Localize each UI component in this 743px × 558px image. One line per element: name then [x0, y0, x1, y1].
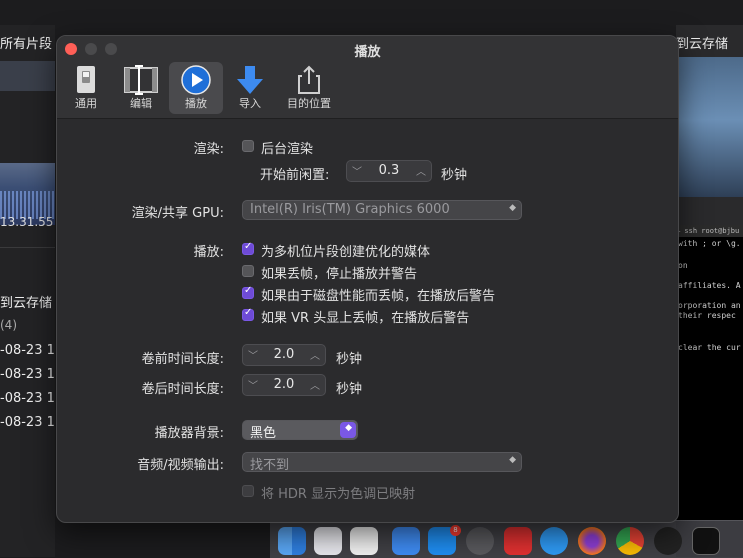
wps-office-icon[interactable] [504, 527, 532, 555]
disk-drop-warn-checkbox[interactable] [242, 285, 254, 299]
gpu-label: 渲染/共享 GPU: [131, 206, 224, 221]
chrome-icon[interactable] [616, 527, 644, 555]
qq-icon[interactable] [654, 527, 682, 555]
finder-icon[interactable] [278, 527, 306, 555]
render-label: 渲染: [193, 142, 224, 157]
terminal-line: clear the cur [678, 343, 741, 352]
tab-playback[interactable]: 播放 [169, 62, 223, 114]
tab-label: 播放 [185, 97, 207, 110]
safari-icon[interactable] [540, 527, 568, 555]
film-edit-icon [124, 65, 158, 95]
preview-image [676, 57, 743, 197]
launchpad-icon[interactable] [314, 527, 342, 555]
mail-icon[interactable] [392, 527, 420, 555]
import-arrow-icon [237, 66, 263, 94]
av-output-popup[interactable]: 找不到 ◆ [242, 452, 522, 473]
play-icon [181, 65, 211, 95]
list-item[interactable]: -08-23 1 [0, 343, 55, 358]
vr-drop-warn-checkbox[interactable] [242, 307, 254, 321]
postroll-unit: 秒钟 [336, 382, 363, 397]
tab-label: 目的位置 [287, 97, 331, 110]
reminders-icon[interactable] [350, 527, 378, 555]
share-icon [298, 65, 320, 94]
activity-monitor-icon[interactable] [692, 527, 720, 555]
background-render-checkbox[interactable] [242, 140, 254, 152]
terminal-window[interactable]: — ssh root@bjbu with ; or \g. on affilia… [676, 225, 743, 557]
stop-on-drop-label: 如果丢帧，停止播放并警告 [261, 267, 418, 282]
vr-drop-warn-label: 如果 VR 头显上丢帧，在播放后警告 [261, 311, 470, 326]
tab-label: 导入 [239, 97, 261, 110]
chevron-up-icon[interactable]: ︿ [307, 347, 323, 362]
gpu-popup[interactable]: Intel(R) Iris(TM) Graphics 6000 ◆ [242, 200, 522, 220]
library-title: 所有片段 [0, 37, 53, 52]
preroll-label: 卷前时间长度: [141, 352, 224, 367]
chevron-up-icon[interactable]: ︿ [307, 377, 323, 392]
chevron-up-icon[interactable]: ︿ [413, 163, 429, 178]
playback-label: 播放: [193, 245, 224, 260]
background-render-label: 后台渲染 [261, 142, 314, 157]
right-pane-title: 到云存储 [676, 37, 729, 52]
terminal-header: — ssh root@bjbu [676, 225, 743, 237]
tab-destinations[interactable]: 目的位置 [279, 62, 339, 114]
background-library-pane: 所有片段 13.31.55 到云存储 (4) -08-23 1 -08-23 1… [0, 25, 55, 557]
gpu-value: Intel(R) Iris(TM) Graphics 6000 [250, 202, 450, 217]
popup-button: ◆ [340, 422, 356, 438]
clip-timestamp: 13.31.55 [0, 215, 54, 229]
terminal-line: on [678, 261, 688, 270]
idle-label: 开始前闲置: [260, 168, 330, 183]
tab-label: 编辑 [130, 97, 152, 110]
av-output-value: 找不到 [250, 458, 290, 473]
dock: 8 [270, 520, 743, 558]
stop-on-drop-checkbox[interactable] [242, 265, 254, 277]
multicam-optimized-checkbox[interactable] [242, 241, 254, 255]
terminal-line: orporation an [678, 301, 741, 310]
popup-arrows-icon: ◆ [345, 423, 352, 433]
av-output-label: 音频/视频输出: [137, 458, 224, 473]
group-count: (4) [0, 318, 17, 332]
window-title: 播放 [354, 45, 381, 60]
terminal-line: affiliates. A [678, 281, 741, 290]
clip-thumbnail[interactable] [0, 61, 55, 91]
tab-general[interactable]: 通用 [63, 62, 109, 114]
postroll-label: 卷后时间长度: [141, 382, 224, 397]
postroll-stepper[interactable]: ﹀ 2.0 ︿ [242, 374, 326, 396]
list-item[interactable]: -08-23 1 [0, 391, 55, 406]
divider [0, 247, 55, 248]
preroll-stepper[interactable]: ﹀ 2.0 ︿ [242, 344, 326, 366]
player-background-popup[interactable]: 黑色 ◆ [242, 420, 358, 441]
firefox-icon[interactable] [578, 527, 606, 555]
player-background-label: 播放器背景: [154, 426, 224, 441]
background-right-pane: 到云存储 — ssh root@bjbu with ; or \g. on af… [676, 25, 743, 557]
tab-editing[interactable]: 编辑 [115, 62, 167, 114]
idle-time-unit: 秒钟 [441, 168, 468, 183]
preferences-content: 渲染: 后台渲染 开始前闲置: ﹀ 0.3 ︿ 秒钟 渲染/共享 GPU: In… [57, 119, 678, 522]
idle-time-stepper[interactable]: ﹀ 0.3 ︿ [346, 160, 432, 182]
tab-import[interactable]: 导入 [227, 62, 273, 114]
popup-arrows-icon: ◆ [509, 203, 516, 213]
multicam-optimized-label: 为多机位片段创建优化的媒体 [261, 245, 431, 260]
list-item[interactable]: -08-23 1 [0, 367, 55, 382]
preroll-unit: 秒钟 [336, 352, 363, 367]
hdr-tonemap-label: 将 HDR 显示为色调已映射 [261, 487, 416, 502]
tab-label: 通用 [75, 97, 97, 110]
terminal-line: with ; or \g. [678, 239, 741, 248]
group-title: 到云存储 [0, 296, 53, 311]
preferences-window: 播放 通用 编辑 播放 导入 目的位置 渲染: 后台渲染 开始前闲置: ﹀ 0.… [56, 35, 679, 523]
disk-drop-warn-label: 如果由于磁盘性能而丢帧，在播放后警告 [261, 289, 496, 304]
general-switch-icon [77, 66, 95, 93]
system-preferences-icon[interactable] [466, 527, 494, 555]
notification-badge: 8 [450, 525, 461, 536]
window-toolbar: 播放 通用 编辑 播放 导入 目的位置 [57, 36, 678, 119]
terminal-line: their respec [678, 311, 736, 320]
list-item[interactable]: -08-23 1 [0, 415, 55, 430]
hdr-tonemap-checkbox[interactable] [242, 485, 254, 497]
popup-arrows-icon: ◆ [509, 455, 516, 465]
player-background-value: 黑色 [250, 426, 277, 441]
